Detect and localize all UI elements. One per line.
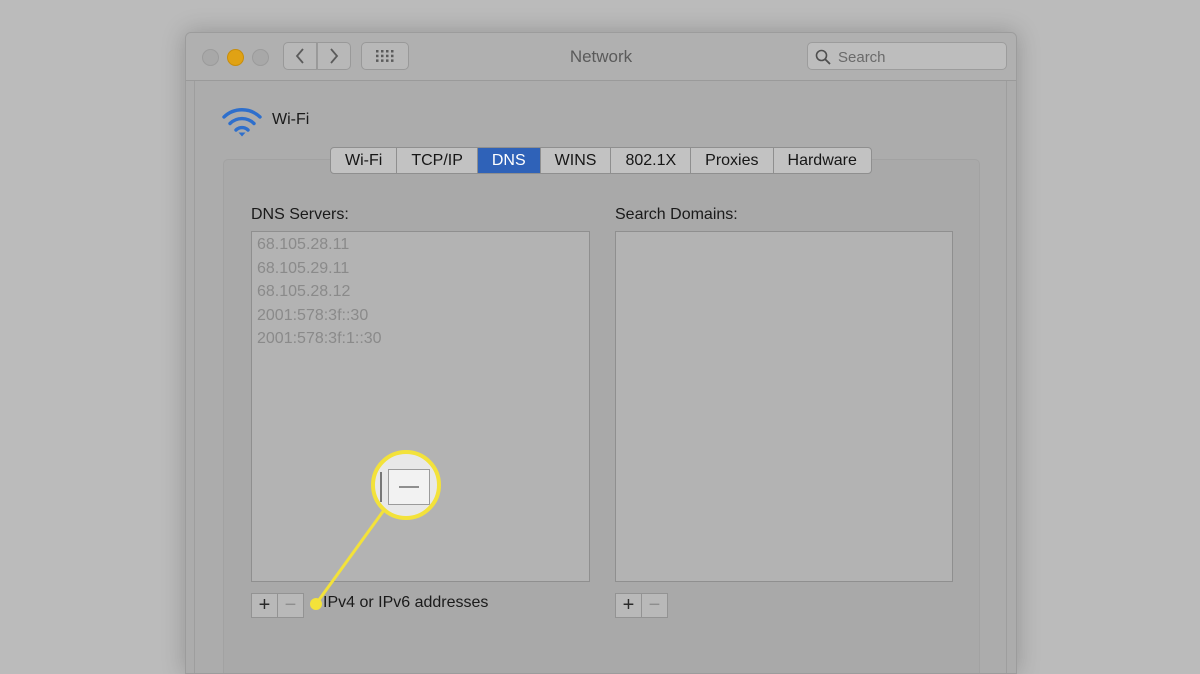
callout-magnifier bbox=[371, 450, 441, 520]
minus-icon bbox=[399, 486, 419, 488]
callout-pointer-dot bbox=[310, 598, 322, 610]
callout-pointer-line bbox=[314, 509, 386, 605]
callout-remove-button-zoomed bbox=[388, 469, 430, 505]
callout-plus-button-edge bbox=[380, 472, 382, 502]
